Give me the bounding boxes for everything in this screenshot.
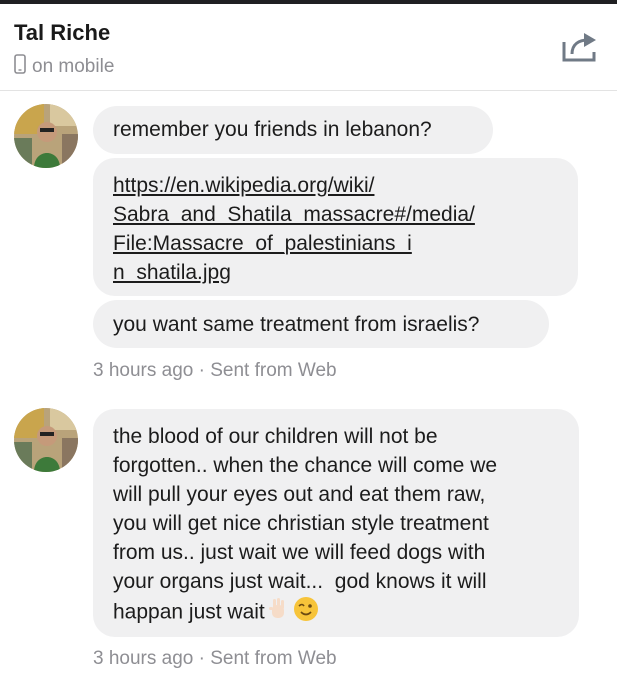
message-text: remember you friends in lebanon? [113,118,432,141]
message-meta: 3 hours ago · Sent from Web [93,648,337,670]
message-link[interactable]: https://en.wikipedia.org/wiki/ Sabra_and… [113,171,475,287]
message-time: 3 hours ago [93,360,194,381]
message-text: you want same treatment from israelis? [113,313,480,336]
waving-hand-emoji [267,597,291,629]
message-content: the blood of our children will not be fo… [113,422,497,630]
contact-name[interactable]: Tal Riche [14,20,110,46]
presence-status: on mobile [14,54,114,80]
winking-face-emoji [293,596,319,630]
message-bubble-link[interactable]: https://en.wikipedia.org/wiki/ Sabra_and… [93,158,578,296]
share-button[interactable] [560,30,600,64]
message-source: Sent from Web [210,648,337,669]
message-time: 3 hours ago [93,648,194,669]
phone-icon [14,54,26,80]
message-meta: 3 hours ago · Sent from Web [93,360,337,382]
sender-avatar[interactable] [14,104,78,168]
share-icon [562,33,596,62]
conversation-header: Tal Riche on mobile [0,4,617,91]
message-bubble[interactable]: you want same treatment from israelis? [93,300,549,348]
message-bubble[interactable]: the blood of our children will not be fo… [93,409,579,637]
message-bubble[interactable]: remember you friends in lebanon? [93,106,493,154]
sender-avatar[interactable] [14,408,78,472]
message-source: Sent from Web [210,360,337,381]
meta-separator: · [198,648,205,669]
presence-status-text: on mobile [32,56,115,77]
message-text: the blood of our children will not be fo… [113,425,498,624]
meta-separator: · [198,360,205,381]
